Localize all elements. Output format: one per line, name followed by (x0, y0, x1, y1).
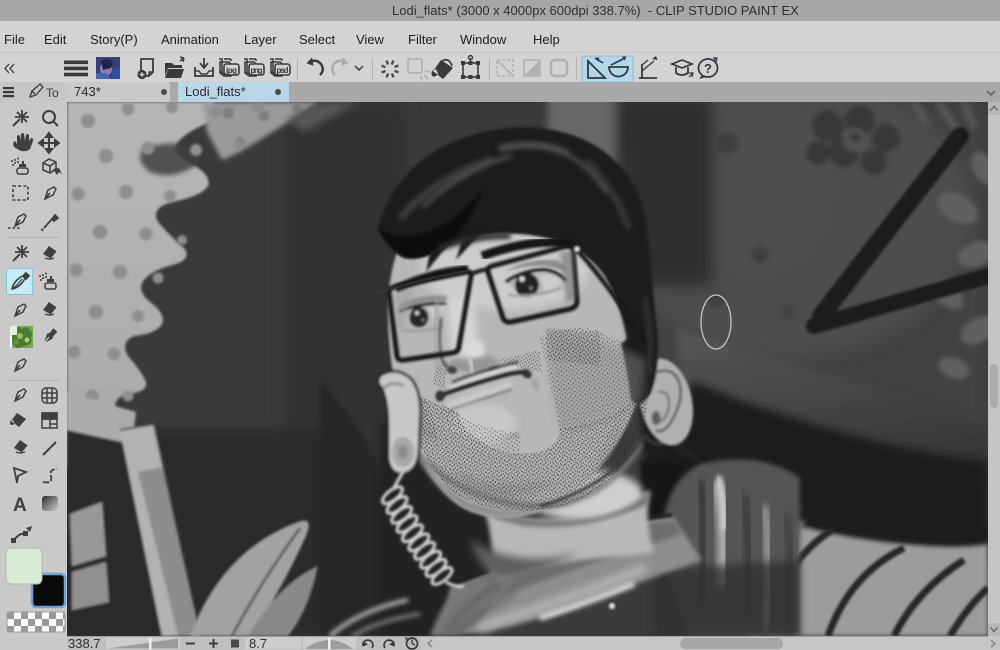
svg-text:338.7: 338.7 (68, 636, 101, 650)
svg-text:png: png (251, 66, 263, 75)
svg-text:psd: psd (277, 66, 289, 75)
svg-text:?: ? (704, 61, 712, 76)
svg-text:A: A (13, 495, 27, 516)
svg-text:To: To (46, 86, 59, 100)
svg-text:8.7: 8.7 (249, 636, 267, 650)
svg-text:jpg: jpg (225, 66, 237, 75)
